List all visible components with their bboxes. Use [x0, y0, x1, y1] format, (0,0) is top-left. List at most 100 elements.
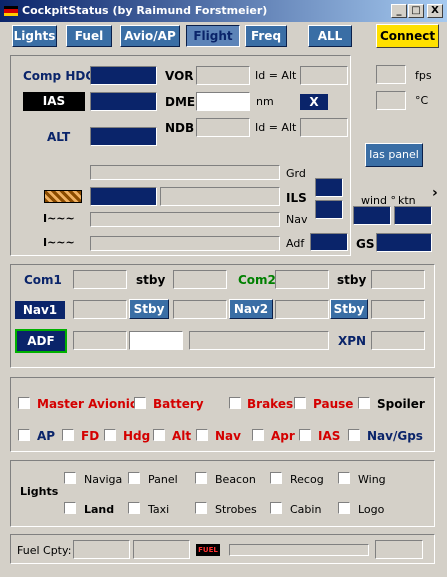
indicator-2: I~~~ — [43, 236, 75, 249]
logo-checkbox[interactable] — [338, 502, 350, 514]
fuel-button[interactable]: Fuel — [66, 25, 112, 47]
nav2-field — [275, 300, 329, 319]
nav1-stby-button[interactable]: Stby — [129, 299, 169, 319]
minimize-button[interactable]: _ — [391, 4, 407, 18]
avio-ap-button[interactable]: Avio/AP — [120, 25, 180, 47]
pause-checkbox[interactable] — [294, 397, 306, 409]
gs-label: GS — [356, 237, 375, 251]
nav-gps-label: Nav/Gps — [367, 429, 423, 443]
temp-field — [376, 91, 406, 110]
fuel-field-2 — [133, 540, 190, 559]
nav2-stby-button[interactable]: Stby — [330, 299, 368, 319]
panel-light-checkbox[interactable] — [128, 472, 140, 484]
cabin-checkbox[interactable] — [270, 502, 282, 514]
beacon-checkbox[interactable] — [195, 472, 207, 484]
app-icon — [4, 6, 18, 16]
land-checkbox[interactable] — [64, 502, 76, 514]
spoiler-checkbox[interactable] — [358, 397, 370, 409]
fuel-badge-icon: FUEL — [196, 544, 220, 556]
master-avionic-label: Master Avionic — [37, 397, 137, 411]
maximize-button[interactable]: □ — [408, 4, 424, 18]
runway-icon — [44, 190, 82, 203]
taxi-checkbox[interactable] — [128, 502, 140, 514]
vor-alt-field — [300, 66, 348, 85]
adf-label: Adf — [286, 237, 305, 250]
nav1-field — [73, 300, 127, 319]
apr-checkbox[interactable] — [252, 429, 264, 441]
adf-indicator — [310, 233, 348, 251]
brakes-checkbox[interactable] — [229, 397, 241, 409]
brakes-label: Brakes — [247, 397, 294, 411]
adf-input[interactable] — [129, 331, 183, 350]
wind-speed-display — [394, 206, 432, 225]
xpn-field — [371, 331, 425, 350]
fps-label: fps — [415, 69, 432, 82]
adf-stby-field — [189, 331, 329, 350]
vor-label: VOR — [165, 69, 194, 83]
hdg-checkbox[interactable] — [104, 429, 116, 441]
land-label: Land — [84, 503, 115, 516]
ndb-alt-field — [300, 118, 348, 137]
wind-dir-display — [353, 206, 391, 225]
fps-field — [376, 65, 406, 84]
naviga-checkbox[interactable] — [64, 472, 76, 484]
nav1-stby-field — [173, 300, 227, 319]
lights-button[interactable]: Lights — [12, 25, 57, 47]
fd-label: FD — [81, 429, 100, 443]
lights-title: Lights — [20, 485, 59, 498]
beacon-label: Beacon — [215, 473, 256, 486]
wing-label: Wing — [358, 473, 386, 486]
grd-bar — [90, 165, 280, 180]
wing-checkbox[interactable] — [338, 472, 350, 484]
recog-checkbox[interactable] — [270, 472, 282, 484]
flight-button[interactable]: Flight — [186, 25, 240, 47]
ias-display — [90, 92, 157, 111]
dme-field[interactable] — [196, 92, 250, 111]
alt-label: ALT — [47, 130, 71, 144]
adf-field — [73, 331, 127, 350]
chevron-right-icon[interactable]: › — [432, 185, 438, 201]
nav-label: Nav — [286, 213, 308, 226]
recog-label: Recog — [290, 473, 324, 486]
fuel-level-bar — [229, 544, 369, 556]
alt-display — [90, 127, 157, 146]
vor-id-alt-label: Id = Alt — [255, 69, 297, 82]
nav-checkbox[interactable] — [196, 429, 208, 441]
alt-checkbox[interactable] — [153, 429, 165, 441]
window-title: CockpitStatus (by Raimund Forstmeier) — [22, 4, 268, 17]
spoiler-label: Spoiler — [377, 397, 425, 411]
close-button[interactable]: X — [427, 4, 443, 18]
ap-label: AP — [37, 429, 56, 443]
ias-checkbox[interactable] — [299, 429, 311, 441]
comp-hdg-label: Comp HDG — [23, 69, 96, 83]
fuel-capacity-label: Fuel Cpty: — [17, 544, 72, 557]
com2-stby-label: stby — [337, 273, 367, 287]
freq-button[interactable]: Freq — [245, 25, 287, 47]
battery-checkbox[interactable] — [134, 397, 146, 409]
all-button[interactable]: ALL — [308, 25, 352, 47]
adf-button[interactable]: ADF — [15, 329, 67, 353]
cabin-label: Cabin — [290, 503, 322, 516]
nav1-label: Nav1 — [15, 301, 65, 319]
ils-indicator-bottom — [315, 200, 343, 219]
strobes-checkbox[interactable] — [195, 502, 207, 514]
comp-hdg-display — [90, 66, 157, 85]
nm-label: nm — [256, 95, 274, 108]
nav-gps-checkbox[interactable] — [348, 429, 360, 441]
logo-label: Logo — [358, 503, 385, 516]
ias-panel-button[interactable]: Ias panel — [365, 143, 423, 167]
com2-field — [275, 270, 329, 289]
fd-checkbox[interactable] — [62, 429, 74, 441]
adf-bar — [90, 236, 280, 251]
nav2-stby-field — [371, 300, 425, 319]
nav-bar — [90, 212, 280, 227]
x-toggle[interactable]: X — [300, 94, 328, 110]
ils-indicator-top — [315, 178, 343, 197]
com2-stby-field — [371, 270, 425, 289]
master-avionic-checkbox[interactable] — [18, 397, 30, 409]
ap-checkbox[interactable] — [18, 429, 30, 441]
naviga-label: Naviga — [84, 473, 123, 486]
connect-button[interactable]: Connect — [376, 24, 439, 48]
alt-ap-label: Alt — [172, 429, 192, 443]
nav2-button[interactable]: Nav2 — [229, 299, 273, 319]
